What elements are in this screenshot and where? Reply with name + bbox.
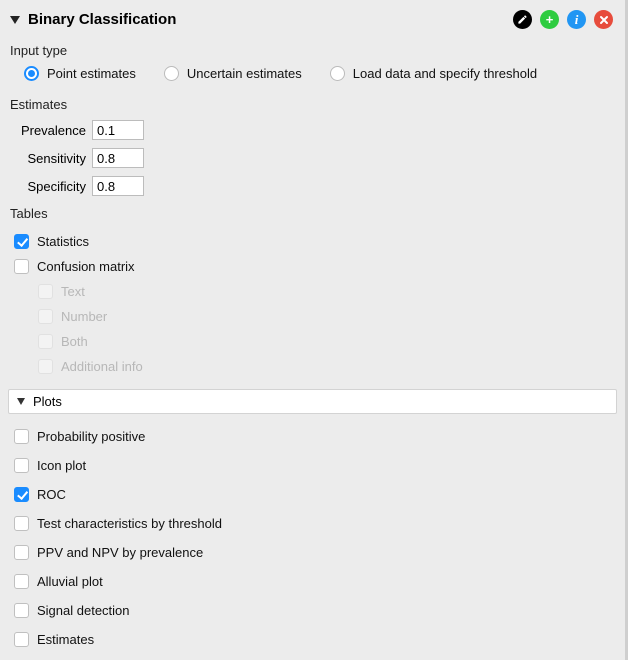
tables-list: Statistics Confusion matrix Text Number Both… xyxy=(0,225,625,383)
checkbox-row[interactable]: ROC xyxy=(14,480,615,509)
tables-label: Tables xyxy=(0,200,625,225)
checkbox[interactable] xyxy=(14,632,29,647)
checkbox-row[interactable]: Icon plot xyxy=(14,451,615,480)
checkbox-row: Text xyxy=(14,279,615,304)
checkbox-label: PPV and NPV by prevalence xyxy=(37,545,203,560)
estimates-fields: Prevalence Sensitivity Specificity xyxy=(0,116,625,200)
checkbox[interactable] xyxy=(14,234,29,249)
checkbox[interactable] xyxy=(14,574,29,589)
radio-label: Load data and specify threshold xyxy=(353,66,537,81)
checkbox-label: Number xyxy=(61,309,107,324)
header-actions: + i xyxy=(513,10,613,29)
checkbox-label: Both xyxy=(61,334,88,349)
checkbox-row: Number xyxy=(14,304,615,329)
input-type-label: Input type xyxy=(0,37,625,62)
field-prevalence: Prevalence xyxy=(0,116,625,144)
checkbox[interactable] xyxy=(14,429,29,444)
checkbox[interactable] xyxy=(14,603,29,618)
checkbox-label: Estimates xyxy=(37,632,94,647)
checkbox-label: Test characteristics by threshold xyxy=(37,516,222,531)
checkbox-label: Icon plot xyxy=(37,458,86,473)
radio-button[interactable] xyxy=(24,66,39,81)
plots-header[interactable]: Plots xyxy=(8,389,617,414)
field-sensitivity: Sensitivity xyxy=(0,144,625,172)
checkbox-label: ROC xyxy=(37,487,66,502)
radio-label: Uncertain estimates xyxy=(187,66,302,81)
checkbox-row[interactable]: Probability positive xyxy=(14,422,615,451)
add-icon[interactable]: + xyxy=(540,10,559,29)
chevron-down-icon xyxy=(17,398,25,405)
sensitivity-input[interactable] xyxy=(92,148,144,168)
input-type-option[interactable]: Point estimates xyxy=(24,66,136,81)
edit-icon[interactable] xyxy=(513,10,532,29)
pencil-icon xyxy=(517,14,528,25)
checkbox-row[interactable]: Estimates xyxy=(14,625,615,654)
analysis-panel: Binary Classification + i Input type Poi… xyxy=(0,0,628,660)
input-type-group: Point estimates Uncertain estimates Load d… xyxy=(0,62,625,91)
checkbox-row[interactable]: Statistics xyxy=(14,229,615,254)
checkbox-row[interactable]: PPV and NPV by prevalence xyxy=(14,538,615,567)
checkbox xyxy=(38,284,53,299)
field-label: Prevalence xyxy=(14,123,86,138)
radio-button[interactable] xyxy=(330,66,345,81)
panel-title: Binary Classification xyxy=(28,11,513,28)
prevalence-input[interactable] xyxy=(92,120,144,140)
close-icon[interactable] xyxy=(594,10,613,29)
plots-header-label: Plots xyxy=(33,394,62,409)
checkbox[interactable] xyxy=(14,487,29,502)
checkbox-label: Additional info xyxy=(61,359,143,374)
checkbox[interactable] xyxy=(14,545,29,560)
panel-header: Binary Classification + i xyxy=(0,0,625,37)
estimates-label: Estimates xyxy=(0,91,625,116)
x-icon xyxy=(599,15,609,25)
checkbox[interactable] xyxy=(14,516,29,531)
checkbox-row[interactable]: Confusion matrix xyxy=(14,254,615,279)
field-specificity: Specificity xyxy=(0,172,625,200)
checkbox-row[interactable]: Signal detection xyxy=(14,596,615,625)
checkbox xyxy=(38,359,53,374)
checkbox-label: Probability positive xyxy=(37,429,145,444)
checkbox-label: Text xyxy=(61,284,85,299)
checkbox-row: Both xyxy=(14,329,615,354)
input-type-option[interactable]: Load data and specify threshold xyxy=(330,66,537,81)
checkbox-label: Confusion matrix xyxy=(37,259,135,274)
checkbox[interactable] xyxy=(14,259,29,274)
radio-button[interactable] xyxy=(164,66,179,81)
specificity-input[interactable] xyxy=(92,176,144,196)
checkbox-row: Additional info xyxy=(14,354,615,379)
collapse-icon[interactable] xyxy=(10,16,20,24)
checkbox xyxy=(38,309,53,324)
checkbox-label: Signal detection xyxy=(37,603,130,618)
input-type-option[interactable]: Uncertain estimates xyxy=(164,66,302,81)
radio-label: Point estimates xyxy=(47,66,136,81)
checkbox-row[interactable]: Alluvial plot xyxy=(14,567,615,596)
checkbox-label: Alluvial plot xyxy=(37,574,103,589)
field-label: Sensitivity xyxy=(14,151,86,166)
checkbox-row[interactable]: Test characteristics by threshold xyxy=(14,509,615,538)
plots-list: Probability positive Icon plot ROC Test cha… xyxy=(0,422,625,664)
checkbox[interactable] xyxy=(14,458,29,473)
checkbox xyxy=(38,334,53,349)
checkbox-label: Statistics xyxy=(37,234,89,249)
field-label: Specificity xyxy=(14,179,86,194)
info-icon[interactable]: i xyxy=(567,10,586,29)
